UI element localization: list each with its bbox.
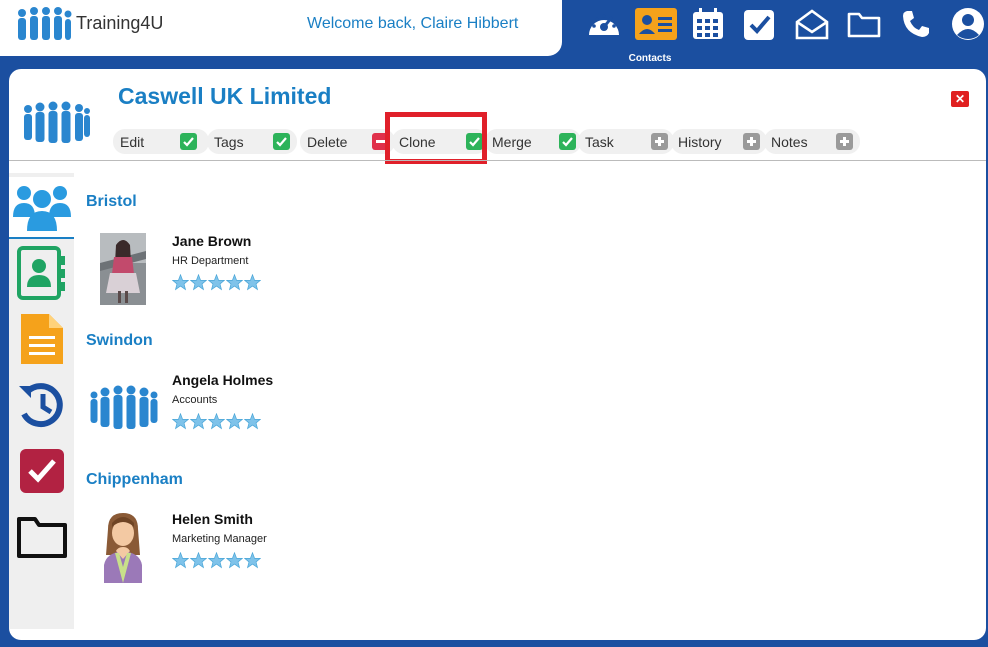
check-icon xyxy=(559,133,576,150)
task-label: Task xyxy=(585,133,614,150)
nav-account[interactable] xyxy=(942,4,988,44)
task-action[interactable]: Task xyxy=(578,129,674,154)
photo-avatar xyxy=(100,233,146,305)
star-icon xyxy=(172,413,189,430)
tags-label: Tags xyxy=(214,133,244,150)
contact-panel: Caswell UK Limited ✕ Edit Tags Delete Cl… xyxy=(9,69,986,640)
close-icon: ✕ xyxy=(954,92,966,106)
contact-name[interactable]: Helen Smith xyxy=(172,511,253,527)
company-name: Caswell UK Limited xyxy=(118,83,332,109)
dashboard-gauge-icon xyxy=(589,14,619,35)
sidebar-item-files[interactable] xyxy=(9,507,74,567)
nav-files[interactable] xyxy=(838,4,890,44)
star-rating[interactable] xyxy=(172,274,261,291)
contact-department: HR Department xyxy=(172,255,249,267)
star-icon xyxy=(190,274,207,291)
plus-icon xyxy=(651,133,668,150)
contact-name[interactable]: Angela Holmes xyxy=(172,372,273,388)
people-group-logo-icon xyxy=(18,7,72,40)
task-check-icon xyxy=(19,449,64,493)
nav-dashboard[interactable] xyxy=(578,4,630,44)
edit-label: Edit xyxy=(120,133,145,150)
sidebar-item-tasks[interactable] xyxy=(9,441,74,501)
phone-icon xyxy=(903,11,929,37)
contact-department: Accounts xyxy=(172,394,218,406)
star-icon xyxy=(172,274,189,291)
edit-action[interactable]: Edit xyxy=(113,129,209,154)
clone-highlight-box xyxy=(385,112,487,164)
sidebar-item-address-book[interactable] xyxy=(9,243,74,303)
check-icon xyxy=(273,133,290,150)
company-group-icon xyxy=(24,101,90,143)
close-button[interactable]: ✕ xyxy=(951,91,969,107)
sidebar-item-contacts[interactable] xyxy=(9,177,74,239)
star-icon xyxy=(226,552,243,569)
merge-label: Merge xyxy=(492,133,532,150)
tags-action[interactable]: Tags xyxy=(207,129,297,154)
document-icon xyxy=(20,314,63,364)
mail-envelope-icon xyxy=(795,9,829,40)
star-icon xyxy=(208,552,225,569)
sidebar-item-documents[interactable] xyxy=(9,309,74,369)
header-welcome-area: Training4U Welcome back, Claire Hibbert xyxy=(0,0,562,56)
location-heading: Chippenham xyxy=(86,471,183,488)
welcome-message: Welcome back, Claire Hibbert xyxy=(307,15,519,32)
nav-tasks[interactable] xyxy=(734,4,786,44)
history-label: History xyxy=(678,133,722,150)
star-icon xyxy=(172,552,189,569)
delete-action[interactable]: Delete xyxy=(300,129,395,154)
top-bar: Training4U Welcome back, Claire Hibbert xyxy=(0,0,988,68)
top-navigation xyxy=(578,4,988,44)
people-group-icon xyxy=(12,186,71,231)
nav-mail[interactable] xyxy=(786,4,838,44)
location-heading: Swindon xyxy=(86,332,153,349)
star-rating[interactable] xyxy=(172,552,261,569)
check-icon xyxy=(180,133,197,150)
folder-icon xyxy=(847,12,881,38)
notes-label: Notes xyxy=(771,133,808,150)
left-sidebar xyxy=(9,173,74,629)
location-heading: Bristol xyxy=(86,193,137,210)
address-book-icon xyxy=(16,246,65,300)
star-icon xyxy=(226,274,243,291)
header-divider xyxy=(9,160,986,161)
star-icon xyxy=(244,552,261,569)
nav-contacts-label: Contacts xyxy=(628,53,672,64)
avatar xyxy=(87,233,159,305)
star-icon xyxy=(190,552,207,569)
star-icon xyxy=(244,413,261,430)
history-action[interactable]: History xyxy=(671,129,767,154)
user-account-icon xyxy=(952,8,984,40)
star-icon xyxy=(208,413,225,430)
contact-name[interactable]: Jane Brown xyxy=(172,233,251,249)
logo-text: Training4U xyxy=(76,12,164,33)
nav-contacts[interactable] xyxy=(630,4,682,44)
female-avatar-icon xyxy=(104,513,142,583)
contact-department: Marketing Manager xyxy=(172,533,267,545)
star-icon xyxy=(208,274,225,291)
star-icon xyxy=(244,274,261,291)
tasks-check-icon xyxy=(744,10,774,40)
app-logo[interactable]: Training4U xyxy=(14,4,163,42)
star-icon xyxy=(190,413,207,430)
history-icon xyxy=(18,383,63,428)
people-group-avatar xyxy=(90,385,158,429)
star-rating[interactable] xyxy=(172,413,261,430)
notes-action[interactable]: Notes xyxy=(764,129,860,154)
sidebar-item-history[interactable] xyxy=(9,375,74,435)
plus-icon xyxy=(743,133,760,150)
delete-label: Delete xyxy=(307,133,348,150)
folder-icon xyxy=(16,517,67,558)
avatar xyxy=(87,511,159,583)
nav-calendar[interactable] xyxy=(682,4,734,44)
avatar xyxy=(87,372,159,444)
calendar-icon xyxy=(693,8,723,39)
contacts-card-icon xyxy=(635,8,677,40)
merge-action[interactable]: Merge xyxy=(485,129,581,154)
plus-icon xyxy=(836,133,853,150)
nav-phone[interactable] xyxy=(890,4,942,44)
star-icon xyxy=(226,413,243,430)
